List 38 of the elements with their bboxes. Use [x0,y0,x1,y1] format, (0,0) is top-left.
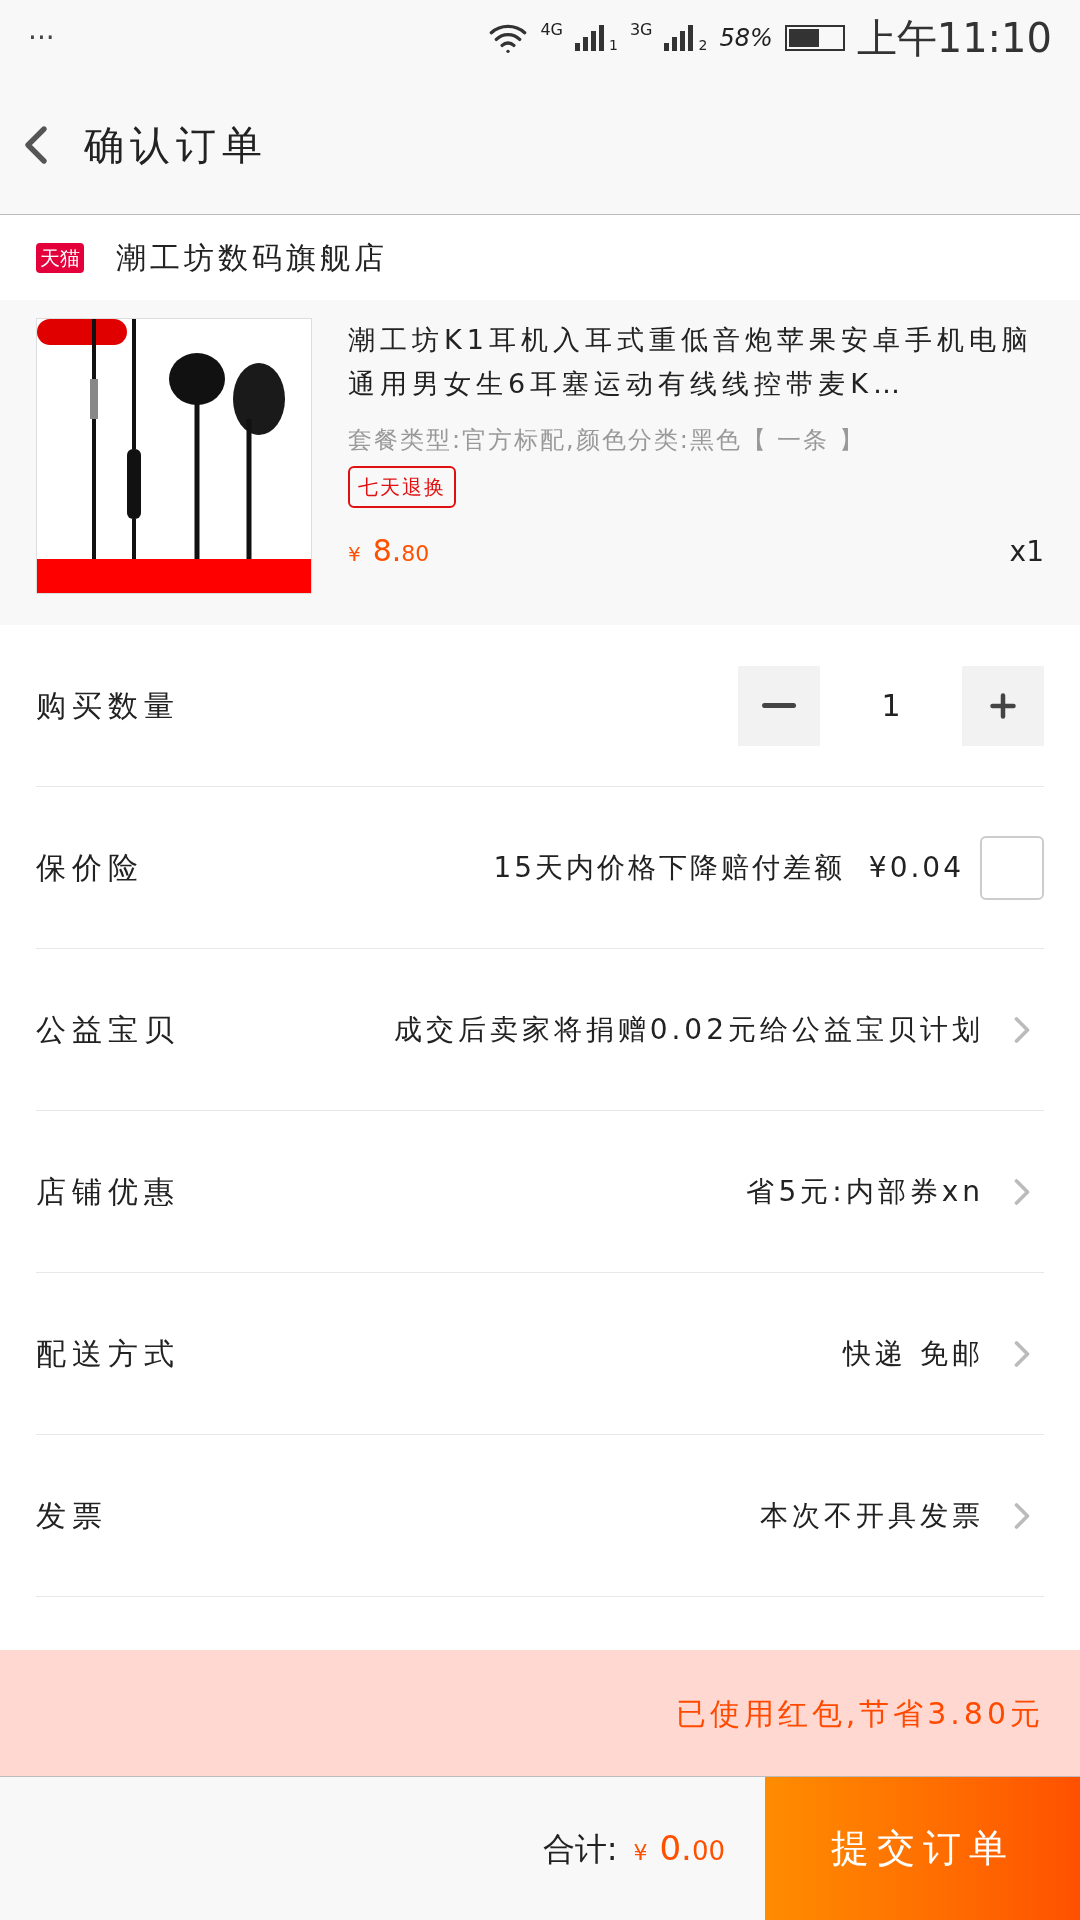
row-label: 配送方式 [36,1335,181,1373]
decrease-button[interactable] [738,665,820,746]
row-value: 快递 免邮 [843,1335,984,1372]
store-badge: 天猫 [36,242,84,273]
network-type: 3G [629,18,653,41]
total-amount: ¥ 0.00 [633,1827,725,1870]
menu-dots: ··· [28,19,56,56]
sim-number: 2 [698,36,708,55]
row-value: 省5元:内部券xn [746,1173,984,1210]
product-price: ¥ 8.80 [348,532,430,570]
total-label: 合计: [542,1828,618,1870]
row-label: 公益宝贝 [36,1011,181,1049]
product-quantity: x1 [1009,534,1044,570]
quantity-value: 1 [880,687,902,725]
row-label: 购买数量 [36,687,181,725]
battery-percent: 58% [719,22,773,54]
submit-order-button[interactable]: 提交订单 [765,1777,1080,1920]
row-label: 发票 [36,1497,109,1535]
savings-notice: 已使用红包,节省3.80元 [675,1694,1044,1733]
checkbox[interactable] [980,835,1044,900]
minus-icon [762,703,796,708]
signal-icon [664,24,695,51]
row-label: 店铺优惠 [36,1173,181,1211]
row-value: 15天内价格下降赔付差额 ¥0.04 [493,849,964,886]
clock: 上午11:10 [856,13,1052,63]
row-value: 本次不开具发票 [760,1497,984,1534]
battery-icon [784,24,845,51]
store-name: 潮工坊数码旗舰店 [116,239,388,277]
increase-button[interactable] [962,665,1044,746]
product-spec: 套餐类型:官方标配,颜色分类:黑色【 一条 】 [348,425,867,456]
signal-icon [574,24,605,51]
row-value: 成交后卖家将捐赠0.02元给公益宝贝计划 [393,1011,984,1048]
return-tag: 七天退换 [348,466,456,508]
network-type: 4G [540,18,563,41]
product-title: 潮工坊K1耳机入耳式重低音炮苹果安卓手机电脑通用男女生6耳塞运动有线线控带麦K… [348,323,1034,401]
sim-number: 1 [608,36,618,55]
page-title: 确认订单 [84,120,268,170]
row-label: 保价险 [36,849,145,887]
